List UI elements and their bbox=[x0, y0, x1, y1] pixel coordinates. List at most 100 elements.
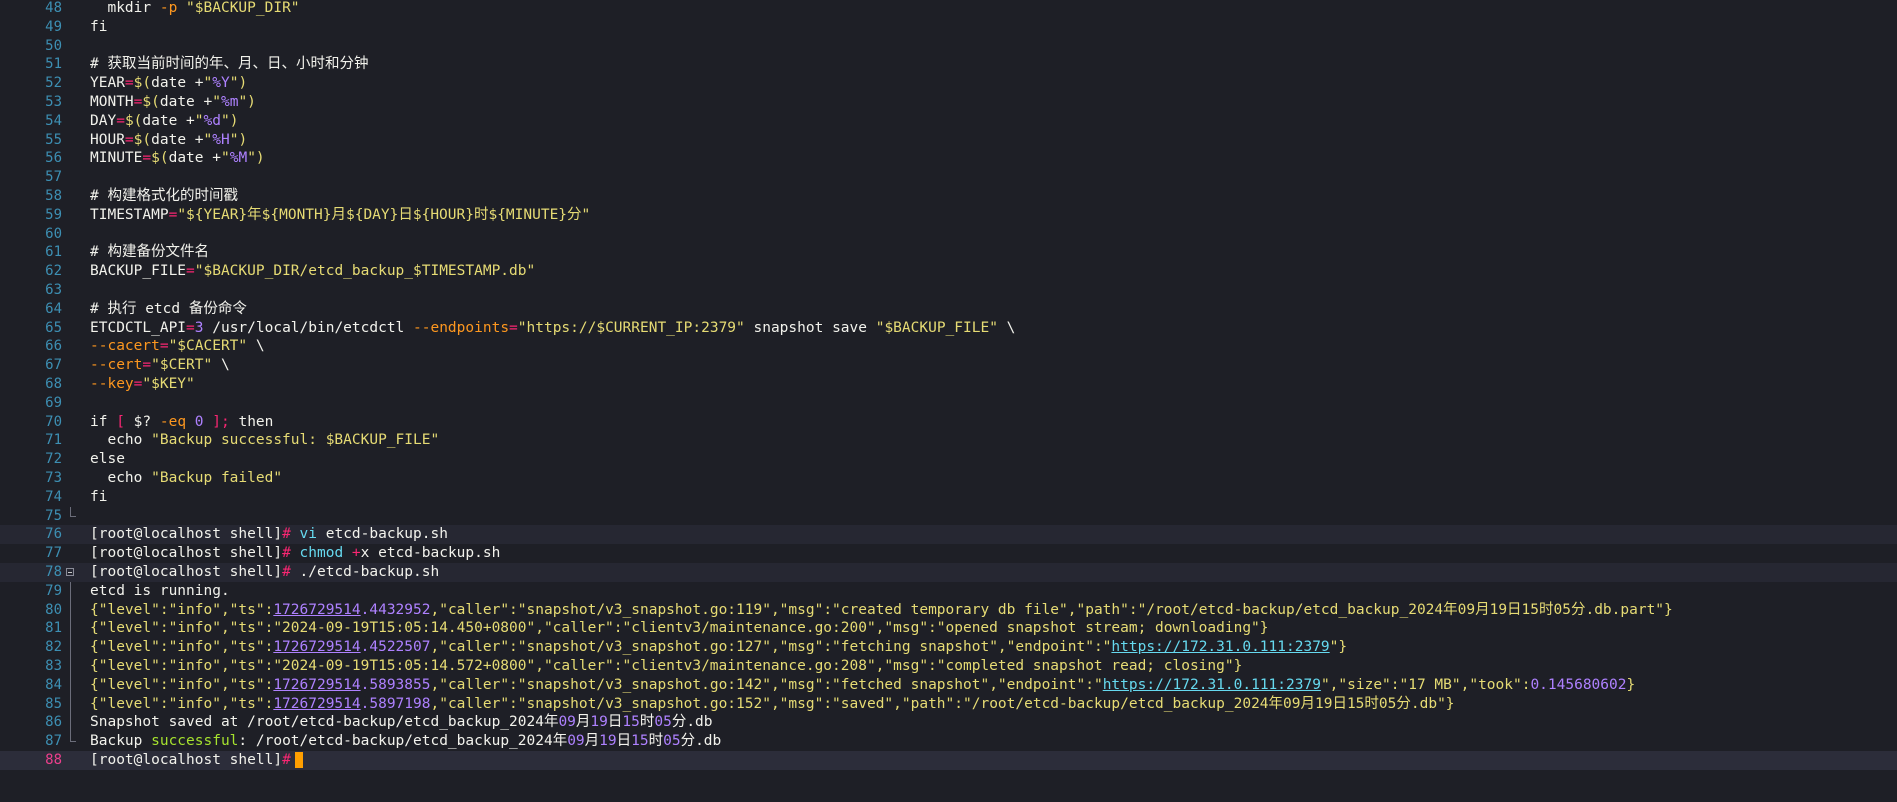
code-text[interactable]: ETCDCTL_API=3 /usr/local/bin/etcdctl --e… bbox=[90, 319, 1015, 338]
code-token: 15 bbox=[622, 714, 640, 731]
code-token: 15 bbox=[631, 733, 649, 750]
code-token: mkdir bbox=[90, 0, 160, 16]
code-text[interactable]: {"level":"info","ts":1726729514.5897198,… bbox=[90, 695, 1455, 714]
code-text[interactable]: Backup successful: /root/etcd-backup/etc… bbox=[90, 732, 721, 751]
code-token: if bbox=[90, 413, 117, 430]
line-number: 83 bbox=[45, 658, 62, 674]
code-text[interactable]: --cert="$CERT" \ bbox=[90, 356, 230, 375]
code-token: successful bbox=[151, 733, 239, 750]
code-text[interactable]: MINUTE=$(date +"%M") bbox=[90, 149, 265, 168]
line-number: 48 bbox=[45, 0, 62, 16]
code-text[interactable]: --key="$KEY" bbox=[90, 375, 195, 394]
code-token: " bbox=[220, 150, 230, 167]
code-text[interactable]: if [ $? -eq 0 ]; then bbox=[90, 413, 273, 432]
code-token: $( bbox=[133, 75, 152, 92]
code-token: "$BACKUP_DIR/etcd_backup_$TIMESTAMP.db" bbox=[194, 263, 536, 280]
code-token: "https://$CURRENT_IP:2379" bbox=[517, 319, 745, 336]
code-line: 77 [root@localhost shell]# chmod +x etcd-… bbox=[0, 544, 1897, 563]
code-text[interactable]: {"level":"info","ts":1726729514.4522507,… bbox=[90, 638, 1347, 657]
code-line: 65 ETCDCTL_API=3 /usr/local/bin/etcdctl -… bbox=[0, 319, 1897, 338]
code-text[interactable]: MONTH=$(date +"%m") bbox=[90, 93, 256, 112]
code-token: .5897198 bbox=[360, 695, 431, 712]
code-token: 19 bbox=[590, 714, 608, 731]
code-token: HOUR bbox=[90, 131, 125, 148]
code-text[interactable]: mkdir -p "$BACKUP_DIR" bbox=[90, 0, 299, 18]
code-text[interactable]: # 构建格式化的时间戳 bbox=[90, 187, 238, 206]
code-text[interactable]: fi bbox=[90, 18, 107, 37]
fold-guide-icon bbox=[66, 675, 76, 695]
code-text[interactable]: --cacert="$CACERT" \ bbox=[90, 337, 265, 356]
code-token: [root@localhost shell] bbox=[90, 545, 283, 562]
code-text[interactable]: HOUR=$(date +"%H") bbox=[90, 131, 247, 150]
code-token: [root@localhost shell] bbox=[90, 752, 283, 768]
code-token: 0 bbox=[194, 413, 204, 430]
code-token: = bbox=[509, 319, 518, 336]
code-token: ") bbox=[221, 112, 239, 129]
code-text[interactable]: TIMESTAMP="${YEAR}年${MONTH}月${DAY}日${HOU… bbox=[90, 206, 590, 225]
code-line: 85 {"level":"info","ts":1726729514.589719… bbox=[0, 694, 1897, 714]
code-token: chmod bbox=[299, 545, 344, 562]
code-text[interactable]: else bbox=[90, 450, 125, 469]
code-token: = bbox=[186, 319, 195, 336]
fold-guide-icon bbox=[66, 619, 76, 639]
code-text[interactable]: etcd is running. bbox=[90, 582, 230, 601]
code-token: {"level":"info","ts": bbox=[90, 695, 274, 712]
code-line: 61 # 构建备份文件名 bbox=[0, 243, 1897, 262]
code-token: ") bbox=[238, 94, 256, 110]
code-text[interactable]: echo "Backup failed" bbox=[90, 469, 282, 488]
code-line: 52 YEAR=$(date +"%Y") bbox=[0, 74, 1897, 93]
code-token: .4522507 bbox=[360, 639, 431, 656]
code-token: date + bbox=[151, 75, 204, 92]
code-token: fi bbox=[90, 488, 108, 505]
code-token: 19 bbox=[599, 733, 617, 750]
line-number: 53 bbox=[45, 94, 62, 110]
line-number: 61 bbox=[45, 244, 62, 261]
code-token: " bbox=[212, 94, 221, 110]
line-number: 78 bbox=[45, 564, 62, 580]
code-token: vi bbox=[299, 526, 317, 543]
fold-guide-icon bbox=[66, 713, 76, 733]
code-text[interactable]: fi bbox=[90, 488, 107, 507]
code-text[interactable]: # 构建备份文件名 bbox=[90, 243, 209, 262]
fold-toggle-icon[interactable] bbox=[66, 563, 76, 582]
code-token: 分.db bbox=[671, 714, 713, 731]
code-text[interactable]: {"level":"info","ts":1726729514.4432952,… bbox=[90, 601, 1673, 620]
code-text[interactable]: [root@localhost shell]# bbox=[90, 751, 303, 770]
code-text[interactable]: echo "Backup successful: $BACKUP_FILE" bbox=[90, 431, 439, 450]
code-line: 88 [root@localhost shell]# bbox=[0, 751, 1897, 770]
code-token: "$CACERT" bbox=[168, 338, 248, 355]
code-line: 81 {"level":"info","ts":"2024-09-19T15:05… bbox=[0, 619, 1897, 639]
code-text[interactable]: BACKUP_FILE="$BACKUP_DIR/etcd_backup_$TI… bbox=[90, 262, 535, 281]
code-token: \ bbox=[212, 357, 230, 374]
code-token: TIMESTAMP bbox=[90, 206, 169, 223]
code-line: 62 BACKUP_FILE="$BACKUP_DIR/etcd_backup_$… bbox=[0, 262, 1897, 281]
code-text[interactable]: YEAR=$(date +"%Y") bbox=[90, 74, 247, 93]
fold-guide-icon bbox=[66, 657, 76, 676]
code-text[interactable]: {"level":"info","ts":"2024-09-19T15:05:1… bbox=[90, 657, 1242, 676]
code-token: \ bbox=[247, 338, 265, 355]
line-number: 57 bbox=[45, 169, 62, 186]
line-number: 80 bbox=[45, 601, 62, 618]
terminal-editor[interactable]: 48 mkdir -p "$BACKUP_DIR" 49 fi 50 51 # 获取当前时… bbox=[0, 0, 1897, 802]
code-line: 86 Snapshot saved at /root/etcd-backup/et… bbox=[0, 713, 1897, 733]
code-text[interactable]: {"level":"info","ts":1726729514.5893855,… bbox=[90, 676, 1635, 695]
code-text[interactable]: [root@localhost shell]# ./etcd-backup.sh bbox=[90, 563, 439, 582]
code-token: = bbox=[186, 263, 195, 280]
code-text[interactable]: [root@localhost shell]# vi etcd-backup.s… bbox=[90, 525, 448, 544]
line-number: 55 bbox=[45, 131, 62, 148]
code-text[interactable]: # 执行 etcd 备份命令 bbox=[90, 300, 247, 319]
code-text[interactable]: Snapshot saved at /root/etcd-backup/etcd… bbox=[90, 713, 713, 732]
code-text[interactable]: {"level":"info","ts":"2024-09-19T15:05:1… bbox=[90, 619, 1269, 638]
code-line: 68 --key="$KEY" bbox=[0, 375, 1897, 394]
code-text[interactable]: [root@localhost shell]# chmod +x etcd-ba… bbox=[90, 544, 500, 563]
line-number: 86 bbox=[45, 714, 62, 731]
code-line: 71 echo "Backup successful: $BACKUP_FILE… bbox=[0, 431, 1897, 450]
line-number: 64 bbox=[45, 300, 62, 317]
code-token: ") bbox=[247, 150, 265, 167]
code-text[interactable]: DAY=$(date +"%d") bbox=[90, 112, 238, 131]
code-token: Snapshot saved at /root/etcd-backup/etcd… bbox=[90, 714, 559, 731]
code-text[interactable]: # 获取当前时间的年、月、日、小时和分钟 bbox=[90, 55, 368, 74]
code-token: MINUTE bbox=[90, 150, 143, 167]
code-token: .4432952 bbox=[360, 601, 431, 618]
code-line: 66 --cacert="$CACERT" \ bbox=[0, 337, 1897, 356]
